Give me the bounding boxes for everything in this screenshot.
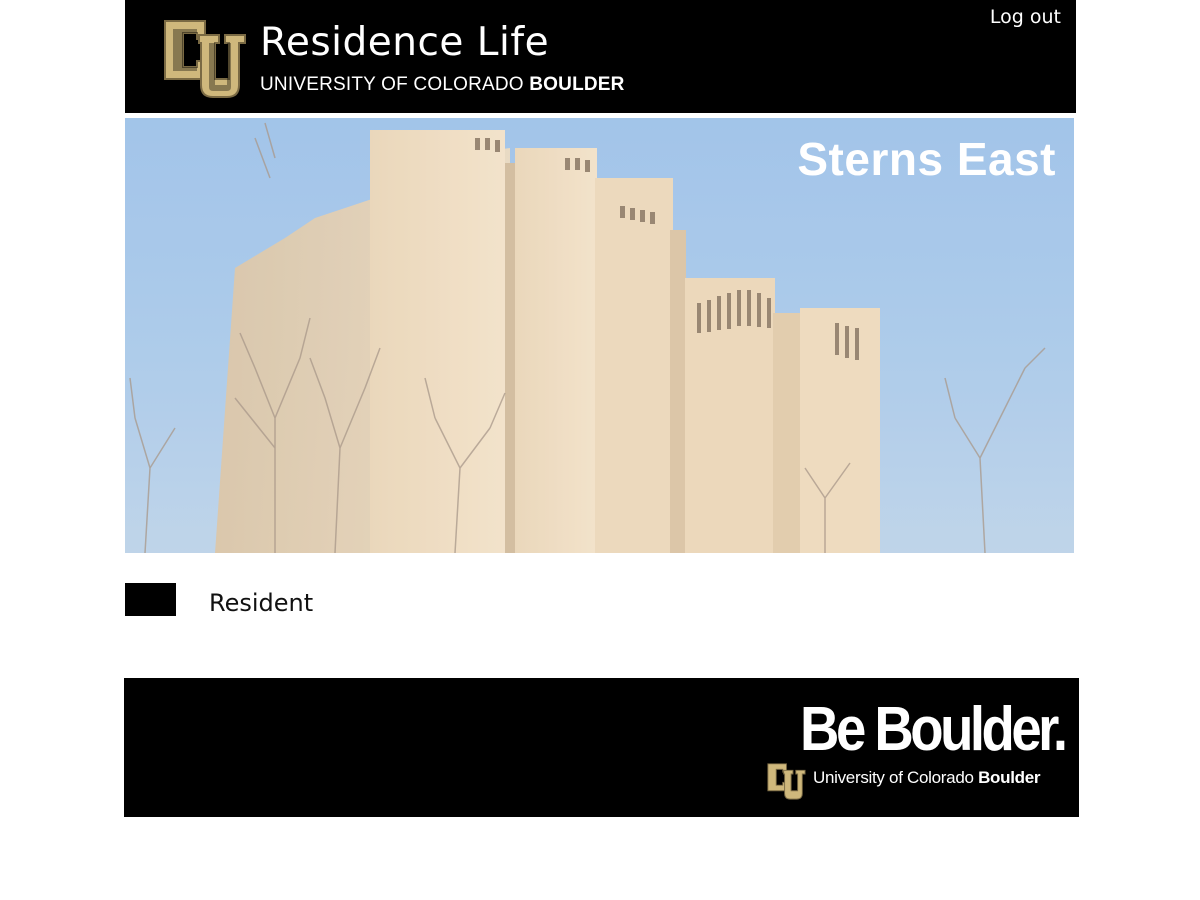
footer-university-plain: University of Colorado — [813, 768, 979, 787]
footer-university-name[interactable]: University of Colorado Boulder — [813, 768, 1040, 788]
site-subtitle: UNIVERSITY OF COLORADO BOULDER — [260, 74, 625, 96]
role-label: Resident — [209, 589, 314, 617]
subtitle-university: UNIVERSITY OF COLORADO — [260, 74, 530, 95]
subtitle-boulder: BOULDER — [529, 74, 625, 95]
site-header: Residence Life UNIVERSITY OF COLORADO BO… — [125, 0, 1076, 113]
footer-university-bold: Boulder — [978, 768, 1041, 787]
logout-link[interactable]: Log out — [990, 6, 1061, 28]
footer-tagline: Be Boulder. — [800, 695, 1069, 764]
site-title: Residence Life — [260, 20, 550, 65]
hero-banner: Sterns East — [125, 118, 1074, 553]
hero-title: Sterns East — [797, 133, 1056, 185]
cu-logo-icon[interactable] — [161, 15, 247, 101]
site-footer: Be Boulder. University of Colorado Bould… — [124, 678, 1079, 817]
role-swatch — [125, 583, 176, 616]
cu-logo-icon[interactable] — [766, 761, 806, 801]
